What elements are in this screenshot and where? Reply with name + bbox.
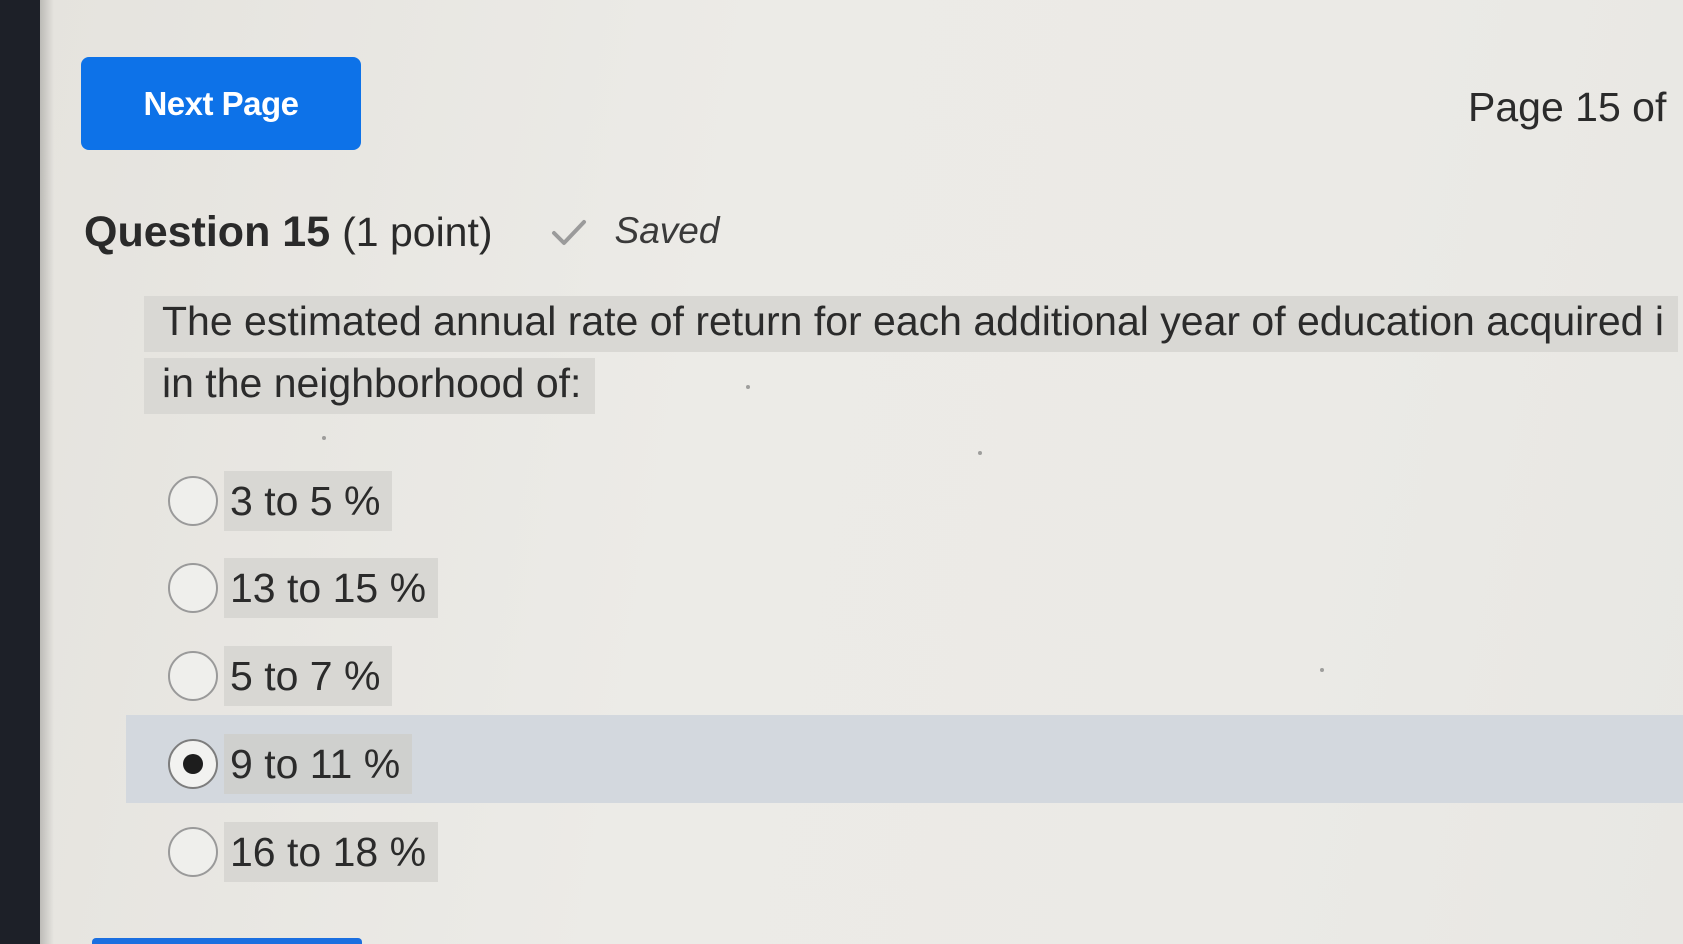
radio-button[interactable] <box>168 563 218 613</box>
prompt-line-2: in the neighborhood of: <box>144 358 596 414</box>
radio-selected-dot <box>183 754 203 774</box>
page-indicator: Page 15 of <box>1468 84 1667 130</box>
screen-speck <box>1320 668 1324 672</box>
saved-status: Saved <box>551 210 720 252</box>
answer-option-label[interactable]: 9 to 11 % <box>224 734 413 794</box>
question-prompt: The estimated annual rate of return for … <box>144 290 1683 414</box>
screen: Next Page Page 15 of Question 15 (1 poin… <box>0 0 1683 944</box>
answer-option[interactable]: 13 to 15 % <box>168 557 439 619</box>
next-page-button[interactable]: Next Page <box>81 57 361 150</box>
checkmark-icon <box>551 220 586 245</box>
radio-button-selected[interactable] <box>168 739 218 789</box>
bezel-shadow <box>40 0 54 944</box>
saved-label: Saved <box>614 210 720 251</box>
prompt-line-1: The estimated annual rate of return for … <box>144 296 1678 352</box>
screen-speck <box>746 385 750 389</box>
radio-button[interactable] <box>168 476 218 526</box>
radio-button[interactable] <box>168 651 218 701</box>
answer-option[interactable]: 3 to 5 % <box>168 470 393 532</box>
answer-option-selected[interactable]: 9 to 11 % <box>168 733 413 795</box>
answer-option[interactable]: 5 to 7 % <box>168 645 393 707</box>
screen-speck <box>978 451 982 455</box>
answer-option-label[interactable]: 5 to 7 % <box>224 646 393 706</box>
question-title: Question 15 <box>84 208 331 256</box>
answer-option[interactable]: 16 to 18 % <box>168 821 439 883</box>
next-page-button-partial[interactable] <box>92 938 362 944</box>
answer-option-label[interactable]: 16 to 18 % <box>224 822 439 882</box>
question-header: Question 15 (1 point) Saved <box>84 208 719 257</box>
answer-option-label[interactable]: 13 to 15 % <box>224 558 439 618</box>
answer-option-label[interactable]: 3 to 5 % <box>224 471 393 531</box>
quiz-page: Next Page Page 15 of Question 15 (1 poin… <box>40 0 1683 944</box>
radio-button[interactable] <box>168 827 218 877</box>
screen-speck <box>322 436 326 440</box>
question-points: (1 point) <box>342 209 493 255</box>
